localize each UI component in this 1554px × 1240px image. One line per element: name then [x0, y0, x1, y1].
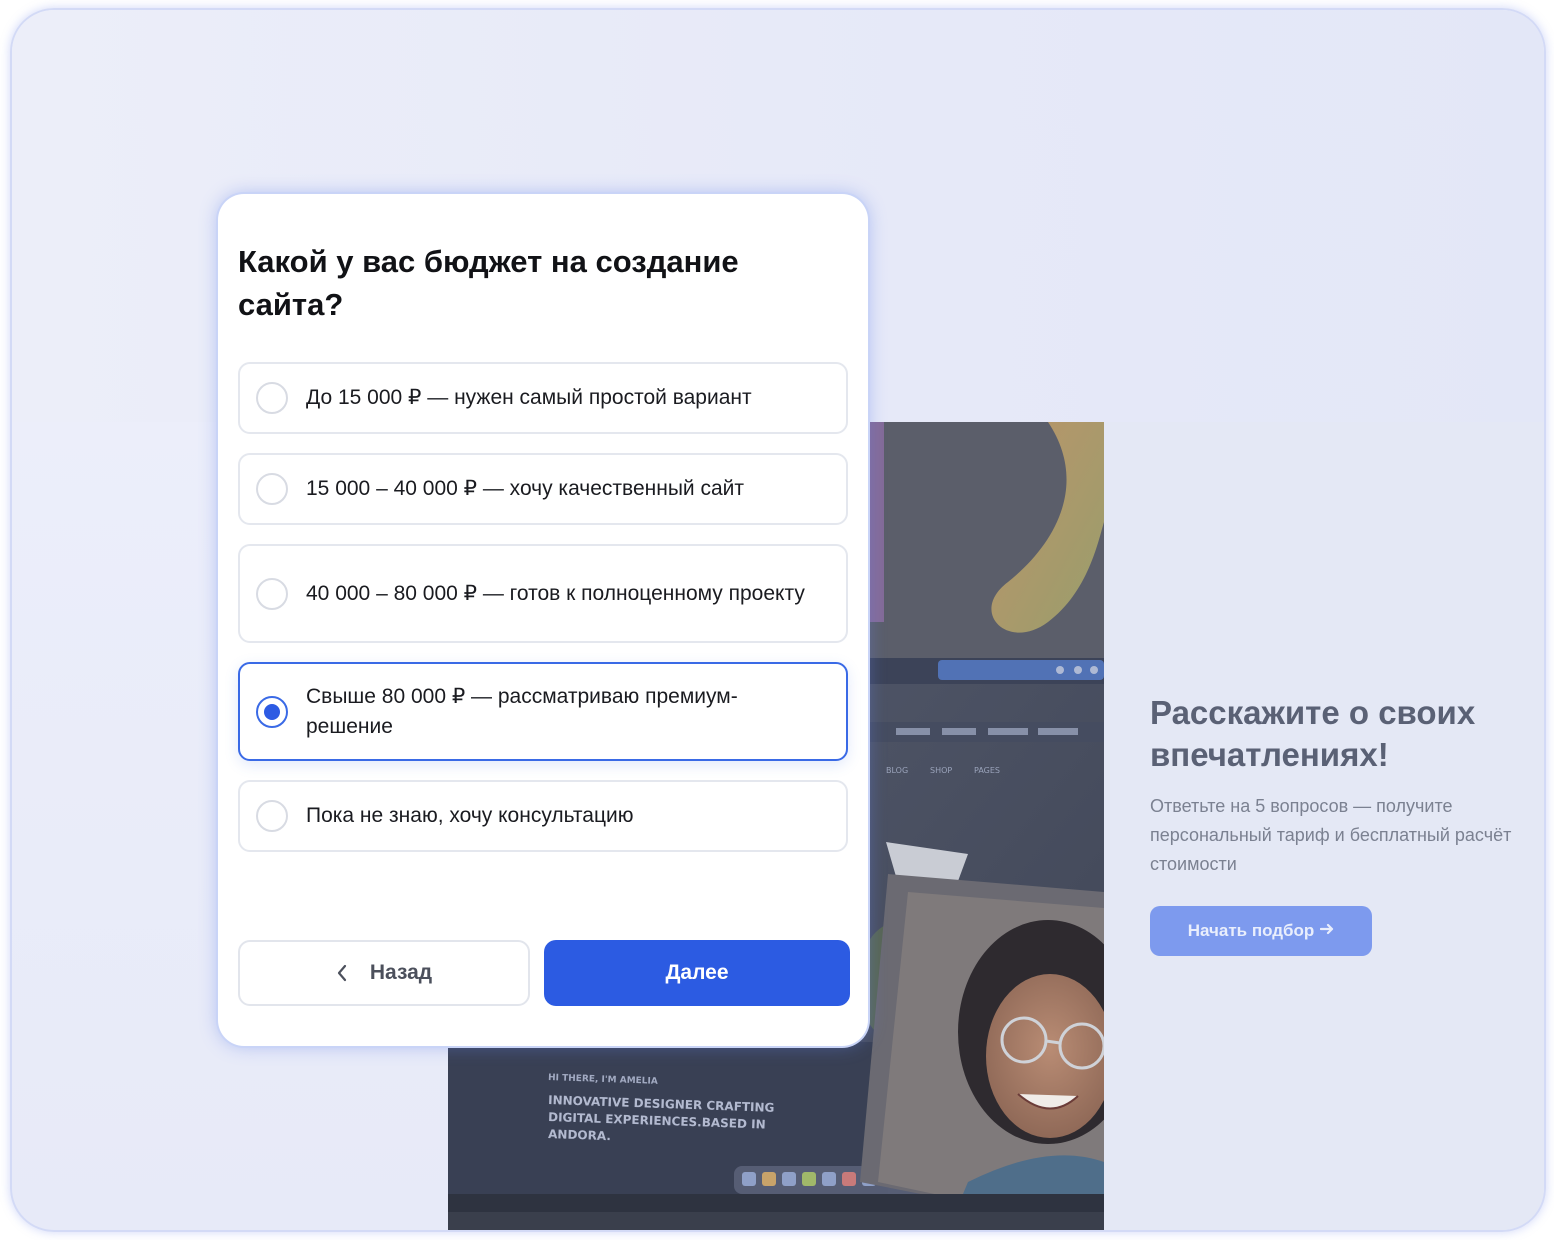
- option-budget-15k-40k[interactable]: 15 000 – 40 000 ₽ — хочу качественный са…: [238, 453, 848, 525]
- radio-button[interactable]: [256, 473, 288, 505]
- back-button[interactable]: Назад: [238, 940, 530, 1006]
- next-button-label: Далее: [665, 961, 729, 984]
- option-label: 40 000 – 80 000 ₽ — готов к полноценному…: [306, 581, 805, 605]
- start-selection-button[interactable]: Начать подбор: [1150, 906, 1372, 956]
- photo-tab-shop: SHOP: [930, 766, 952, 775]
- radio-button[interactable]: [256, 382, 288, 414]
- option-budget-unknown[interactable]: Пока не знаю, хочу консультацию: [238, 780, 848, 852]
- hero-subtitle: Ответьте на 5 вопросов — получите персон…: [1150, 792, 1544, 879]
- option-label: 15 000 – 40 000 ₽ — хочу качественный са…: [306, 477, 745, 500]
- radio-button-selected[interactable]: [256, 695, 288, 728]
- option-budget-under-15k[interactable]: До 15 000 ₽ — нужен самый простой вариан…: [238, 362, 848, 434]
- photo-tab-pages: PAGES: [974, 766, 1000, 775]
- hero-subtitle-line: Ответьте на 5 вопросов — получите: [1150, 796, 1453, 816]
- hero-subtitle-line: персональный тариф и бесплатный расчёт: [1150, 825, 1512, 845]
- photo-tab-blog: BLOG: [886, 766, 908, 775]
- back-button-label: Назад: [369, 961, 433, 984]
- option-budget-40k-80k[interactable]: 40 000 – 80 000 ₽ — готов к полноценному…: [238, 544, 848, 643]
- option-label: До 15 000 ₽ — нужен самый простой вариан…: [306, 386, 752, 409]
- option-label: Свыше 80 000 ₽ — рассматриваю премиум-ре…: [306, 684, 738, 738]
- option-budget-over-80k[interactable]: Свыше 80 000 ₽ — рассматриваю премиум-ре…: [238, 662, 848, 761]
- next-button[interactable]: Далее: [544, 940, 850, 1006]
- hero-title: Расскажите о своих впечатлениях!: [1150, 694, 1476, 773]
- arrow-right-icon: [1320, 921, 1334, 941]
- quiz-question: Какой у вас бюджет на создание сайта?: [238, 244, 739, 322]
- quiz-card: Какой у вас бюджет на создание сайта? До…: [218, 194, 868, 1046]
- radio-button[interactable]: [256, 577, 288, 610]
- option-label: Пока не знаю, хочу консультацию: [306, 804, 634, 827]
- radio-button[interactable]: [256, 800, 288, 832]
- photo-headline-3: ANDORA.: [548, 1127, 611, 1143]
- hero-panel: Расскажите о своих впечатлениях! Ответьт…: [1104, 422, 1544, 1230]
- chevron-left-icon: [336, 958, 348, 989]
- hero-subtitle-line: стоимости: [1150, 854, 1237, 874]
- start-selection-label: Начать подбор: [1187, 921, 1315, 940]
